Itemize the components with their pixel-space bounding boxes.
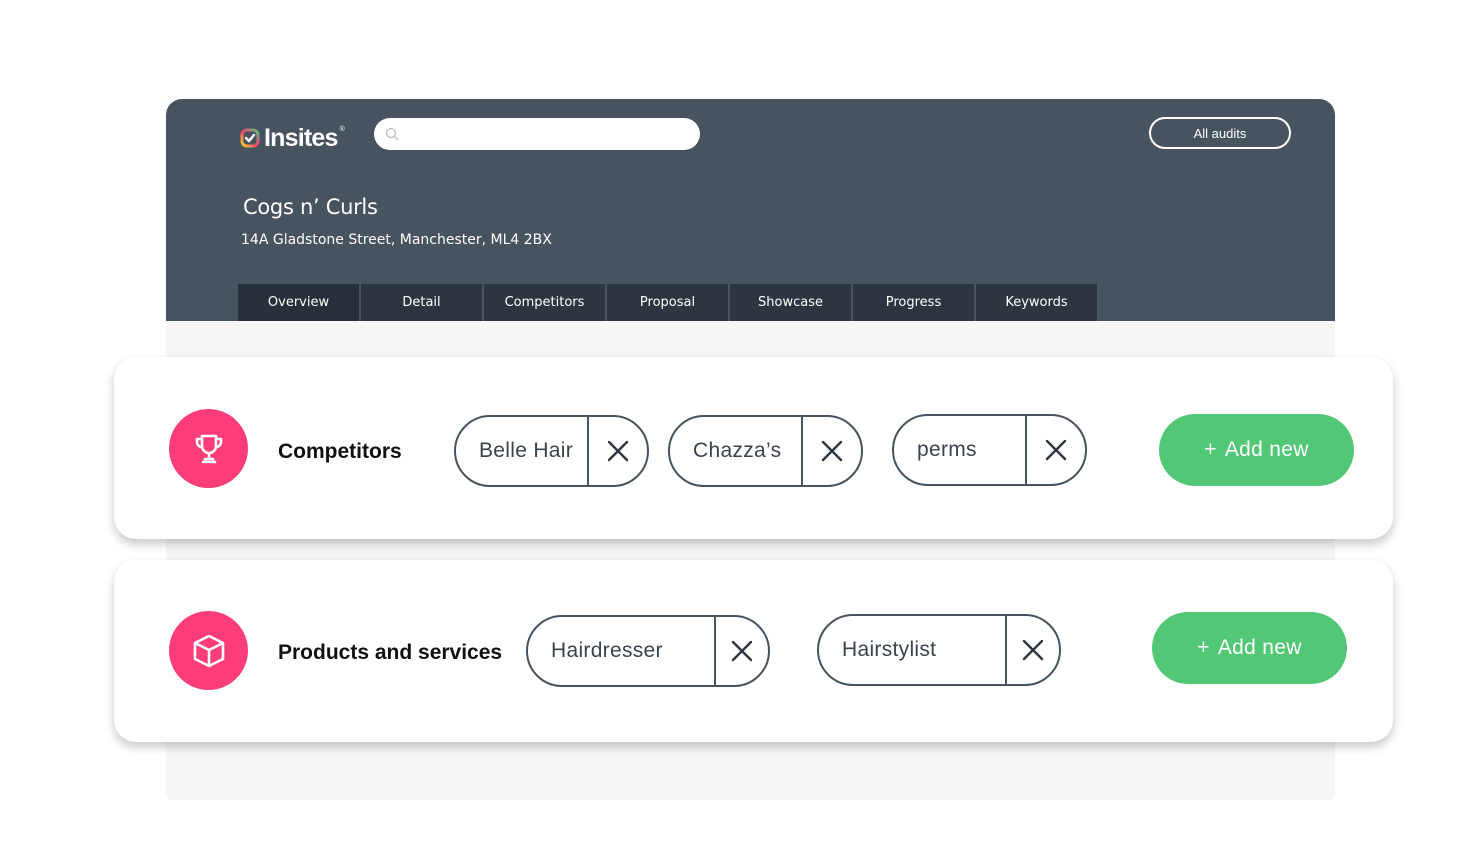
products-icon-badge <box>169 611 248 690</box>
products-services-card: Products and services Hairdresser Hairst… <box>114 560 1393 742</box>
competitors-icon-badge <box>169 409 248 488</box>
insites-logo[interactable]: Insites ® <box>240 123 347 153</box>
product-chip-label: Hairstylist <box>842 638 937 661</box>
add-competitor-button[interactable]: + Add new <box>1159 414 1354 486</box>
search-input[interactable] <box>405 118 700 150</box>
remove-product-button[interactable] <box>1005 616 1059 684</box>
remove-competitor-button[interactable] <box>1025 416 1085 484</box>
box-icon <box>193 634 224 667</box>
tab-competitors[interactable]: Competitors <box>484 284 605 321</box>
competitor-chip-label: perms <box>917 438 977 461</box>
logo-check-icon <box>240 128 260 148</box>
close-icon <box>607 440 629 462</box>
close-icon <box>1045 439 1067 461</box>
close-icon <box>731 640 753 662</box>
add-competitor-label: Add new <box>1224 438 1309 461</box>
product-chip: Hairdresser <box>526 615 770 687</box>
tab-detail[interactable]: Detail <box>361 284 482 321</box>
business-address: 14A Gladstone Street, Manchester, ML4 2B… <box>241 232 552 248</box>
logo-text: Insites <box>264 123 338 152</box>
tab-progress[interactable]: Progress <box>853 284 974 321</box>
close-icon <box>821 440 843 462</box>
search-bar[interactable] <box>374 118 700 150</box>
all-audits-button[interactable]: All audits <box>1149 117 1291 149</box>
app-header: Insites ® All audits Cogs n’ Curls 14A G… <box>166 99 1335 321</box>
trophy-icon <box>195 434 222 463</box>
plus-icon: + <box>1204 438 1217 461</box>
remove-competitor-button[interactable] <box>587 417 647 485</box>
add-product-label: Add new <box>1217 636 1302 659</box>
business-name: Cogs n’ Curls <box>243 195 378 219</box>
search-icon <box>385 127 399 141</box>
close-icon <box>1022 639 1044 661</box>
tab-overview[interactable]: Overview <box>238 284 359 321</box>
competitor-chip: Chazza’s <box>668 415 863 487</box>
competitors-card: Competitors Belle Hair Chazza’s perms + … <box>114 357 1393 539</box>
tab-bar: Overview Detail Competitors Proposal Sho… <box>238 284 1097 321</box>
product-chip-label: Hairdresser <box>551 639 663 662</box>
logo-registered-mark: ® <box>339 125 345 133</box>
competitor-chip: perms <box>892 414 1087 486</box>
products-services-title: Products and services <box>278 641 503 664</box>
remove-product-button[interactable] <box>714 617 768 685</box>
competitors-title: Competitors <box>278 440 402 463</box>
remove-competitor-button[interactable] <box>801 417 861 485</box>
competitor-chip-label: Chazza’s <box>693 439 782 462</box>
tab-showcase[interactable]: Showcase <box>730 284 851 321</box>
add-product-button[interactable]: + Add new <box>1152 612 1347 684</box>
competitor-chip: Belle Hair <box>454 415 649 487</box>
plus-icon: + <box>1197 636 1210 659</box>
product-chip: Hairstylist <box>817 614 1061 686</box>
tab-keywords[interactable]: Keywords <box>976 284 1097 321</box>
tab-proposal[interactable]: Proposal <box>607 284 728 321</box>
competitor-chip-label: Belle Hair <box>479 439 574 462</box>
